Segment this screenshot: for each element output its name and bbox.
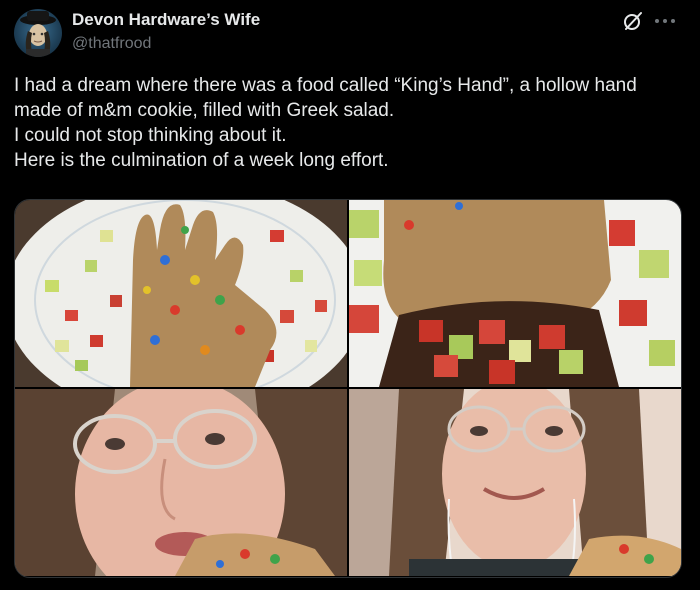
tweet-line: I could not stop thinking about it. <box>14 125 287 146</box>
tweet-text: I had a dream where there was a food cal… <box>14 73 684 173</box>
avatar[interactable] <box>14 9 62 57</box>
author-display-name[interactable]: Devon Hardware’s Wife <box>72 10 260 30</box>
media-grid <box>14 199 682 578</box>
author-handle[interactable]: @thatfrood <box>72 35 151 53</box>
photo-person-smiling-eating[interactable] <box>349 389 681 576</box>
more-dots-icon[interactable] <box>652 10 678 32</box>
tweet-line: I had a dream where there was a food cal… <box>14 75 637 121</box>
photo-cookie-hand-plate[interactable] <box>15 200 347 387</box>
photo-cookie-hand-cut-open[interactable] <box>349 200 681 387</box>
grok-icon[interactable] <box>622 10 644 32</box>
photo-person-biting-hand[interactable] <box>15 389 347 576</box>
tweet-line: Here is the culmination of a week long e… <box>14 150 389 171</box>
